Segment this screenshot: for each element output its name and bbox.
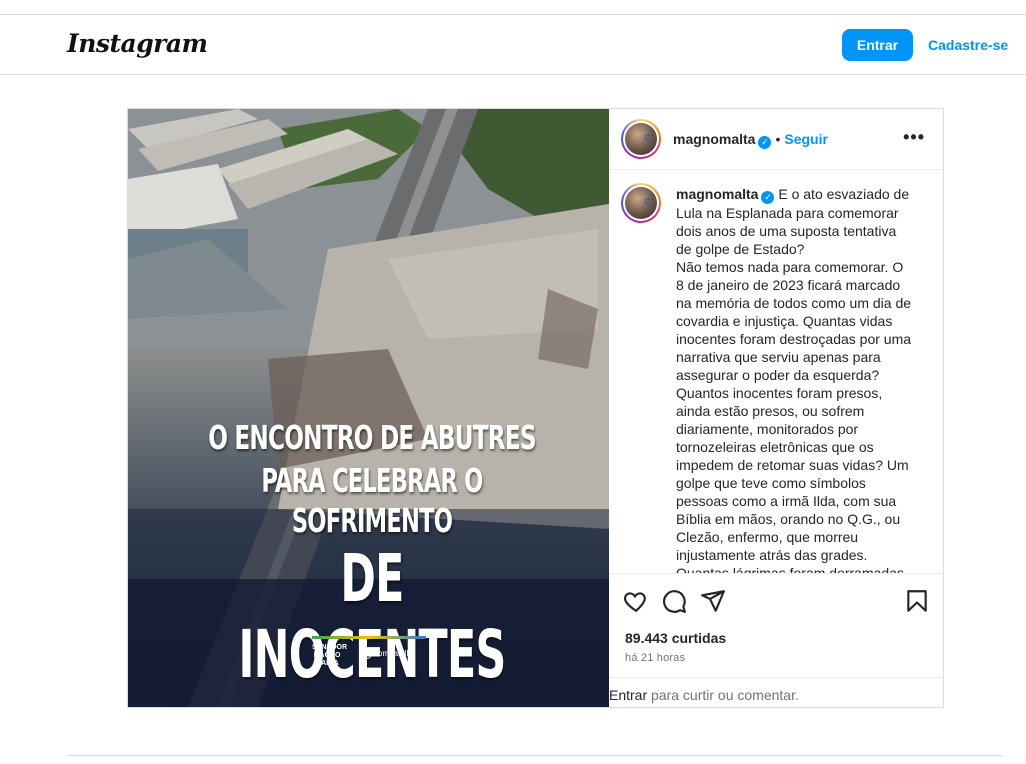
caption-username[interactable]: magnomalta — [676, 186, 758, 202]
login-link[interactable]: Entrar — [609, 687, 647, 703]
caption-author-avatar[interactable]: ✡ — [621, 183, 661, 223]
top-navigation-bar: Instagram Entrar Cadastre-se — [0, 14, 1026, 75]
author-avatar[interactable]: ✡ — [621, 119, 661, 159]
follow-button[interactable]: Seguir — [784, 131, 828, 147]
instagram-logo[interactable]: Instagram — [67, 29, 208, 58]
brand-color-bar — [312, 636, 426, 639]
caption-scroll-area[interactable]: ✡ magnomalta ✓ E o ato esvaziado de Lula … — [609, 171, 943, 573]
send-icon[interactable] — [700, 588, 726, 614]
headline-line-1: O ENCONTRO DE ABUTRES — [208, 418, 536, 457]
post-actions: 89.443 curtidas há 21 horas — [609, 573, 943, 677]
signup-link[interactable]: Cadastre-se — [928, 37, 1008, 53]
post-container: O ENCONTRO DE ABUTRES PARA CELEBRAR O SO… — [127, 108, 944, 708]
verified-badge-icon: ✓ — [761, 191, 775, 204]
brand-signature: SENADOR MAGNO MALTA compartilhe — [312, 636, 432, 670]
brand-logo: SENADOR MAGNO MALTA — [312, 644, 348, 667]
star-of-david-icon: ✡ — [642, 195, 653, 209]
login-button[interactable]: Entrar — [842, 29, 913, 61]
headline-line-2: PARA CELEBRAR O SOFRIMENTO — [261, 461, 483, 540]
comment-prompt-text: para curtir ou comentar. — [647, 687, 799, 703]
more-options-icon[interactable]: ••• — [903, 127, 925, 148]
author-username[interactable]: magnomalta — [673, 131, 755, 147]
heart-icon[interactable] — [623, 588, 649, 614]
post-timestamp[interactable]: há 21 horas — [625, 652, 685, 664]
star-of-david-icon: ✡ — [642, 131, 653, 145]
author-line: magnomalta ✓ • Seguir — [673, 131, 828, 149]
share-circle-icon — [362, 649, 372, 659]
brand-share: compartilhe — [362, 649, 415, 659]
post-header: ✡ magnomalta ✓ • Seguir ••• — [609, 109, 943, 170]
comment-login-prompt: Entrar para curtir ou comentar. — [609, 677, 943, 707]
verified-badge-icon: ✓ — [758, 136, 772, 149]
separator-dot: • — [775, 131, 781, 147]
comment-icon[interactable] — [661, 588, 687, 614]
bookmark-icon[interactable] — [904, 588, 930, 614]
post-image[interactable]: O ENCONTRO DE ABUTRES PARA CELEBRAR O SO… — [128, 109, 609, 707]
likes-count[interactable]: 89.443 curtidas — [625, 630, 726, 646]
headline-line-3: DE INOCENTES — [238, 540, 506, 693]
caption-text: E o ato esvaziado de Lula na Esplanada p… — [676, 186, 912, 573]
footer-divider — [67, 755, 1003, 756]
caption: magnomalta ✓ E o ato esvaziado de Lula na… — [676, 185, 914, 573]
post-sidebar: ✡ magnomalta ✓ • Seguir ••• ✡ magnomalta ✓ E… — [609, 109, 943, 707]
